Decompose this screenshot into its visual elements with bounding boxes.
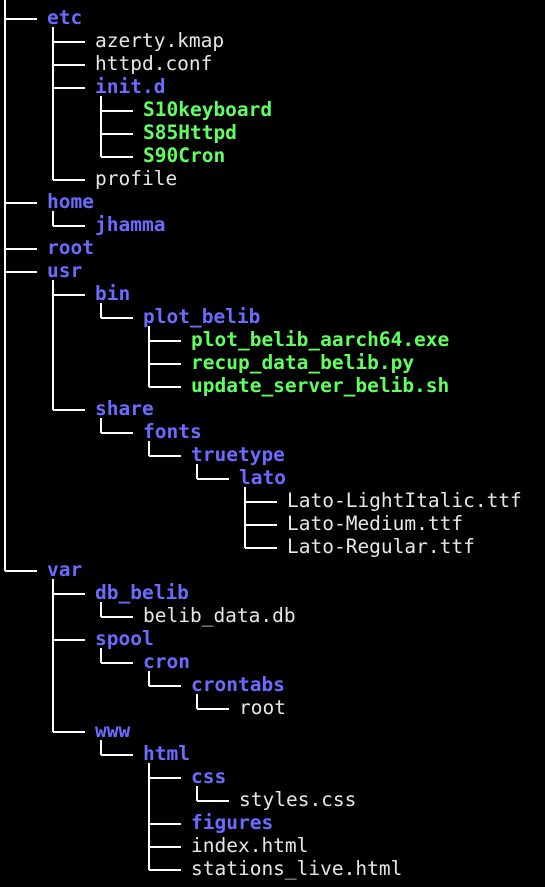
file-entry: stations_live.html — [191, 857, 403, 880]
file-entry: Lato-LightItalic.ttf — [287, 489, 522, 512]
directory-entry: root — [47, 236, 94, 259]
directory-entry: jhamma — [95, 213, 166, 236]
executable-entry: S10keyboard — [143, 98, 273, 121]
terminal-window: etc azerty.kmap httpd.conf init.d S10keyboar… — [0, 0, 545, 887]
directory-entry: fonts — [143, 420, 202, 443]
directory-entry: figures — [191, 811, 274, 834]
directory-entry: crontabs — [191, 673, 285, 696]
file-entry: httpd.conf — [95, 52, 213, 75]
directory-entry: etc — [47, 6, 83, 29]
directory-entry: www — [95, 719, 131, 742]
file-entry: azerty.kmap — [95, 29, 225, 52]
directory-entry: truetype — [191, 443, 285, 466]
file-entry: profile — [95, 167, 178, 190]
executable-entry: recup_data_belib.py — [191, 351, 415, 374]
directory-entry: init.d — [95, 75, 166, 98]
directory-entry: css — [191, 765, 227, 788]
executable-entry: S85Httpd — [143, 121, 237, 144]
directory-entry: spool — [95, 627, 154, 650]
directory-entry: bin — [95, 282, 131, 305]
directory-entry: cron — [143, 650, 190, 673]
executable-entry: plot_belib_aarch64.exe — [191, 328, 450, 351]
directory-entry: usr — [47, 259, 83, 282]
directory-entry: db_belib — [95, 581, 189, 604]
directory-entry: share — [95, 397, 154, 420]
directory-entry: plot_belib — [143, 305, 261, 328]
directory-entry: lato — [239, 466, 286, 489]
file-entry: index.html — [191, 834, 309, 857]
directory-entry: var — [47, 558, 83, 581]
file-entry: Lato-Regular.ttf — [287, 535, 475, 558]
file-entry: styles.css — [239, 788, 357, 811]
file-entry: Lato-Medium.ttf — [287, 512, 464, 535]
file-entry: belib_data.db — [143, 604, 296, 627]
directory-entry: html — [143, 742, 190, 765]
directory-entry: home — [47, 190, 94, 213]
executable-entry: S90Cron — [143, 144, 226, 167]
executable-entry: update_server_belib.sh — [191, 374, 450, 397]
file-entry: root — [239, 696, 286, 719]
